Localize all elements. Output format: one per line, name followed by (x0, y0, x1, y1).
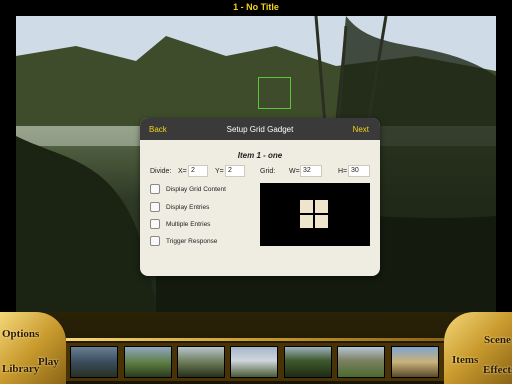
option-display-grid-content[interactable]: Display Grid Content (150, 184, 226, 196)
grid-cell (300, 215, 313, 228)
scene-thumbnail-7[interactable] (391, 346, 439, 378)
divide-y-field[interactable]: 2 (225, 165, 245, 177)
checkbox[interactable] (150, 236, 160, 247)
scene-thumbnail-4[interactable] (230, 346, 278, 378)
y-label: Y= (215, 168, 224, 175)
window-title: 1 - No Title (233, 2, 279, 12)
effects-button[interactable]: Effects (483, 364, 512, 376)
checkbox[interactable] (150, 202, 160, 213)
options-button[interactable]: Options (2, 328, 39, 340)
option-multiple-entries[interactable]: Multiple Entries (150, 219, 210, 231)
setup-grid-dialog: Back Setup Grid Gadget Next Item 1 - one… (140, 118, 380, 276)
option-label: Display Entries (166, 204, 210, 211)
items-button[interactable]: Items (452, 354, 478, 366)
library-button[interactable]: Library (2, 363, 39, 375)
grid-width-field[interactable]: 32 (300, 165, 322, 177)
w-label: W= (289, 168, 300, 175)
grid-preview (260, 183, 370, 246)
divider (66, 338, 444, 341)
divide-x-field[interactable]: 2 (188, 165, 208, 177)
scene-button[interactable]: Scene (484, 334, 511, 346)
checkbox[interactable] (150, 219, 160, 230)
grid-cell (315, 215, 328, 228)
scene-thumbnail-3[interactable] (177, 346, 225, 378)
scene-thumbnail-5[interactable] (284, 346, 332, 378)
grid-cell (315, 200, 328, 213)
option-label: Multiple Entries (166, 221, 211, 228)
dialog-header: Back Setup Grid Gadget Next (140, 118, 380, 140)
option-label: Display Grid Content (166, 186, 226, 193)
option-label: Trigger Response (166, 238, 218, 245)
grid-label: Grid: (260, 168, 276, 175)
play-button[interactable]: Play (38, 356, 59, 368)
scene-thumbnail-2[interactable] (124, 346, 172, 378)
scene-thumbnail-6[interactable] (337, 346, 385, 378)
grid-height-field[interactable]: 30 (348, 165, 370, 177)
selection-box[interactable] (258, 77, 291, 109)
option-display-entries[interactable]: Display Entries (150, 202, 209, 214)
x-label: X= (178, 168, 187, 175)
option-trigger-response[interactable]: Trigger Response (150, 236, 217, 248)
grid-cell (300, 200, 313, 213)
h-label: H= (338, 168, 348, 175)
next-button[interactable]: Next (353, 125, 369, 134)
divide-label: Divide: (150, 168, 172, 175)
dialog-title: Setup Grid Gadget (226, 125, 294, 134)
item-title: Item 1 - one (237, 151, 283, 160)
checkbox[interactable] (150, 184, 160, 195)
scene-thumbnail-1[interactable] (70, 346, 118, 378)
scene-thumbnails (66, 343, 444, 381)
